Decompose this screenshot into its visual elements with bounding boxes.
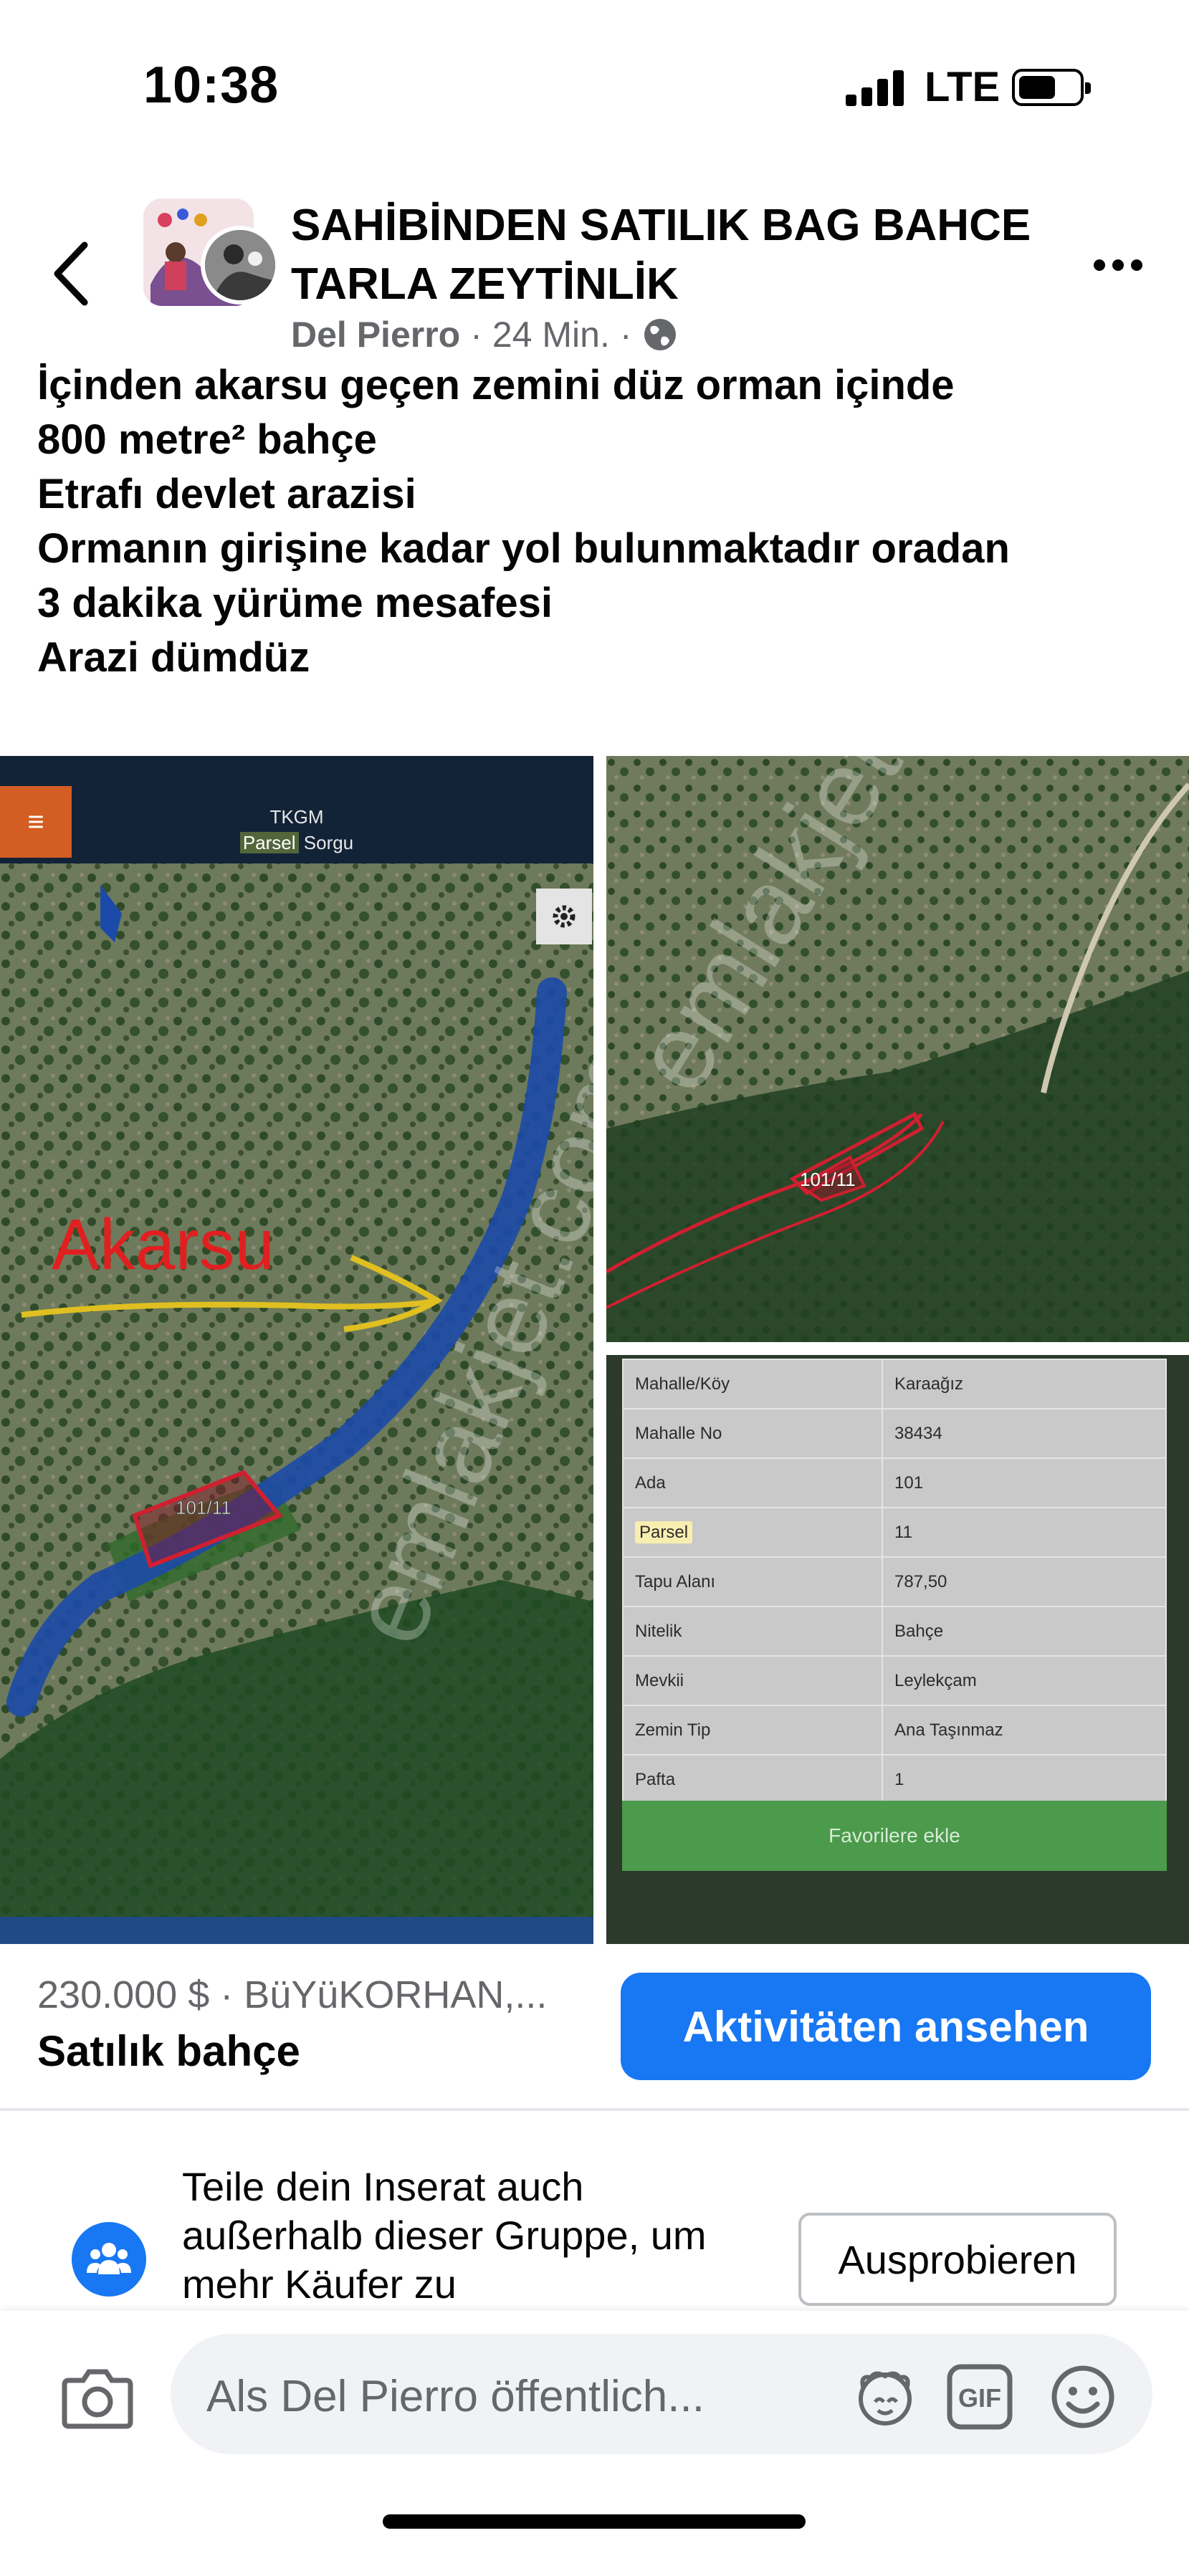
table-cell-value: 101 (882, 1457, 1167, 1508)
photo-parcel-info[interactable]: Mahalle/Köy Karaağız Mahalle No 38434 Ada 1… (606, 1355, 1189, 1944)
status-time: 10:38 (143, 57, 280, 114)
table-row: Ada 101 (622, 1457, 1167, 1508)
table-cell-label: Mahalle No (622, 1408, 883, 1459)
post-line: İçinden akarsu geçen zemini düz orman iç… (37, 362, 955, 408)
try-button[interactable]: Ausprobieren (798, 2213, 1117, 2306)
river-annotation: Akarsu (52, 1205, 275, 1285)
post-meta: Del Pierro · 24 Min. · (291, 314, 678, 355)
table-cell-label: Parsel (622, 1507, 883, 1558)
avatar-sticker-icon[interactable] (846, 2362, 925, 2431)
gear-icon[interactable] (536, 889, 592, 944)
parcel-info-table: Mahalle/Köy Karaağız Mahalle No 38434 Ada 1… (622, 1359, 1167, 1805)
comment-placeholder: Als Del Pierro öffentlich... (206, 2372, 705, 2421)
post-time[interactable]: 24 Min. (492, 314, 610, 355)
promo-text: Teile dein Inserat auch außerhalb dieser… (182, 2164, 707, 2307)
table-row: Pafta 1 (622, 1754, 1167, 1805)
group-share-icon (72, 2222, 146, 2297)
app-title: TKGM (269, 806, 324, 828)
table-cell-value: Karaağız (882, 1359, 1167, 1409)
app-bottom-strip (0, 1917, 593, 1944)
more-options-button[interactable] (1082, 251, 1154, 279)
table-cell-label: Mevkii (622, 1655, 883, 1706)
listing-bar: 230.000 $ · BüYüKORHAN,... Satılık bahçe… (0, 1944, 1189, 2109)
svg-text:GIF: GIF (958, 2383, 1001, 2413)
table-cell-value: Bahçe (882, 1606, 1167, 1657)
post-text: İçinden akarsu geçen zemini düz orman iç… (37, 358, 1170, 685)
comment-composer: Als Del Pierro öffentlich... GIF (0, 2311, 1189, 2576)
globe-icon (644, 319, 676, 350)
listing-title[interactable]: Satılık bahçe (37, 2026, 300, 2076)
back-button[interactable] (43, 229, 100, 315)
author-name[interactable]: Del Pierro (291, 314, 460, 355)
battery-icon (1012, 69, 1091, 106)
post-line: Etrafı devlet arazisi (37, 471, 416, 517)
table-row: Tapu Alanı 787,50 (622, 1556, 1167, 1607)
table-cell-value: Ana Taşınmaz (882, 1705, 1167, 1756)
favorite-button: Favorilere ekle (622, 1801, 1167, 1871)
table-row: Nitelik Bahçe (622, 1606, 1167, 1657)
dot-icon (1131, 259, 1142, 271)
home-indicator (383, 2514, 806, 2529)
table-cell-label: Pafta (622, 1754, 883, 1805)
meta-separator: · (470, 315, 482, 355)
table-cell-label: Mahalle/Köy (622, 1359, 883, 1409)
status-bar: 10:38 LTE (0, 0, 1189, 143)
dot-icon (1094, 259, 1105, 271)
table-cell-label: Nitelik (622, 1606, 883, 1657)
network-type: LTE (925, 64, 1001, 110)
camera-icon[interactable] (60, 2365, 135, 2429)
parcel-label: 101/11 (176, 1497, 231, 1518)
comment-input[interactable]: Als Del Pierro öffentlich... GIF (171, 2334, 1152, 2454)
table-row: Parsel 11 (622, 1507, 1167, 1558)
view-activity-button[interactable]: Aktivitäten ansehen (621, 1973, 1151, 2080)
table-cell-label: Ada (622, 1457, 883, 1508)
app-topbar: ≡ TKGM Parsel Sorgu (0, 756, 593, 863)
table-row: Mevkii Leylekçam (622, 1655, 1167, 1706)
table-cell-value: 38434 (882, 1408, 1167, 1459)
photo-map-river[interactable]: 101/11 emlakjet.com ≡ TKGM Parsel Sorgu … (0, 756, 593, 1944)
post-line: Ormanın girişine kadar yol bulunmaktadır… (37, 525, 1010, 572)
post-line: Arazi dümdüz (37, 634, 310, 681)
gif-icon[interactable]: GIF (940, 2362, 1019, 2431)
emoji-icon[interactable] (1044, 2362, 1122, 2431)
table-cell-value: 787,50 (882, 1556, 1167, 1607)
table-row: Mahalle/Köy Karaağız (622, 1359, 1167, 1409)
table-cell-value: Leylekçam (882, 1655, 1167, 1706)
group-title[interactable]: SAHİBİNDEN SATILIK BAG BAHCE TARLA ZEYTİ… (291, 196, 1044, 314)
chevron-left-icon (54, 241, 88, 306)
table-cell-value: 11 (882, 1507, 1167, 1558)
share-promo: Teile dein Inserat auch außerhalb dieser… (0, 2111, 1189, 2319)
signal-icon (846, 69, 907, 106)
meta-separator: · (619, 315, 632, 355)
table-cell-label: Tapu Alanı (622, 1556, 883, 1607)
table-row: Zemin Tip Ana Taşınmaz (622, 1705, 1167, 1756)
post-line: 3 dakika yürüme mesafesi (37, 580, 553, 626)
post-line: 800 metre² bahçe (37, 416, 377, 463)
post-header: SAHİBİNDEN SATILIK BAG BAHCE TARLA ZEYTİ… (0, 186, 1189, 365)
user-avatar[interactable] (201, 226, 280, 305)
parcel-label: 101/11 (800, 1169, 856, 1190)
dot-icon (1112, 259, 1124, 271)
table-cell-value: 1 (882, 1754, 1167, 1805)
app-subtitle: Parsel Sorgu (0, 832, 593, 854)
table-cell-label: Zemin Tip (622, 1705, 883, 1756)
listing-price-location[interactable]: 230.000 $ · BüYüKORHAN,... (37, 1973, 547, 2017)
table-row: Mahalle No 38434 (622, 1408, 1167, 1459)
photo-satellite[interactable]: 101/11 emlakjet.com (606, 756, 1189, 1342)
